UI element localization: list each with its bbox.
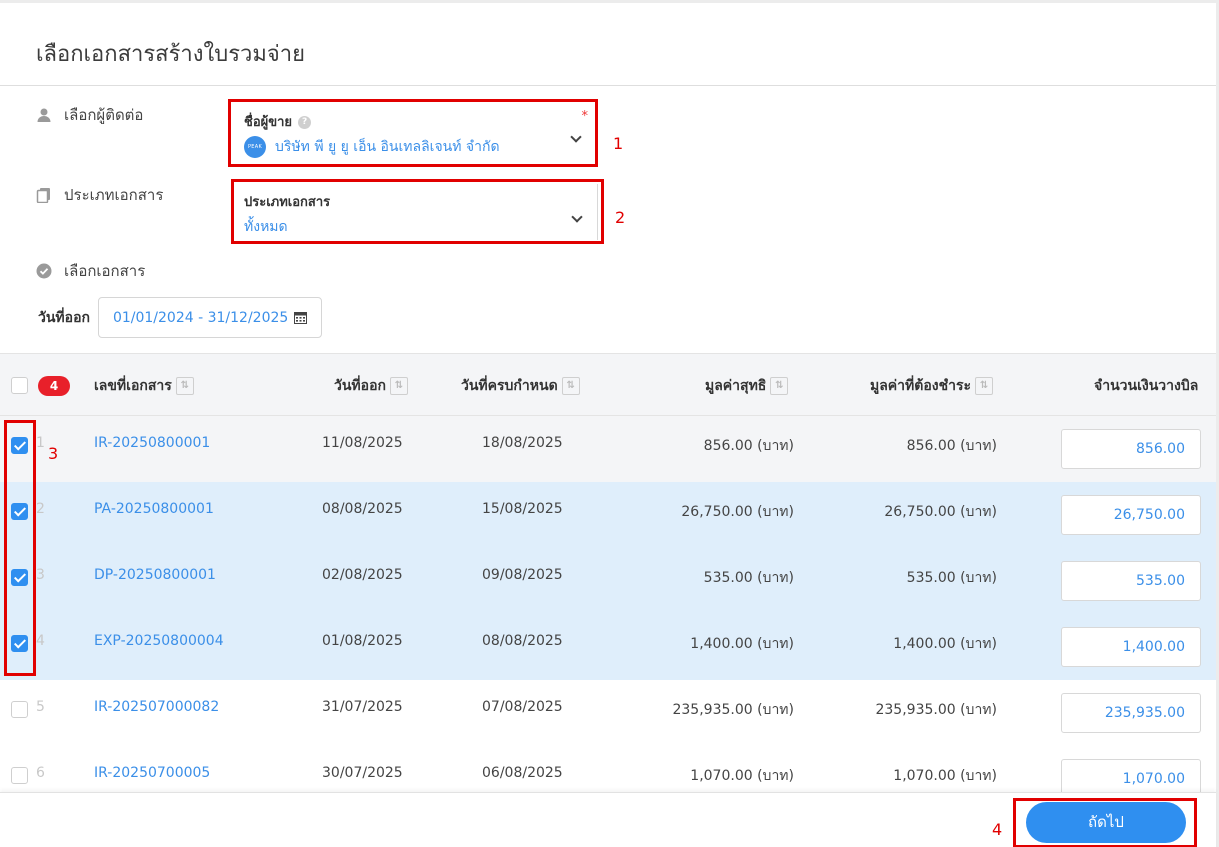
annotation-box-1 — [228, 99, 598, 167]
due-date: 09/08/2025 — [482, 567, 563, 583]
annotation-box-4 — [1013, 798, 1197, 847]
contact-label: เลือกผู้ติดต่อ — [64, 106, 144, 124]
table-row[interactable]: 5 IR-202507000082 31/07/2025 07/08/2025 235,… — [0, 680, 1216, 746]
select-docs-section-label: เลือกเอกสาร — [36, 259, 145, 283]
doc-number-link[interactable]: IR-20250800001 — [94, 435, 210, 451]
table-row[interactable]: 1 IR-20250800001 11/08/2025 18/08/2025 856.0… — [0, 416, 1216, 482]
date-range-input[interactable]: 01/01/2024 - 31/12/2025 — [97, 297, 322, 338]
doc-number-link[interactable]: IR-20250700005 — [94, 765, 210, 781]
select-all-checkbox[interactable] — [11, 377, 28, 394]
payable-value: 1,070.00 (บาท) — [893, 768, 997, 784]
due-date: 18/08/2025 — [482, 435, 563, 451]
col-doc-no[interactable]: เลขที่เอกสาร ⇅ — [94, 375, 194, 397]
row-number: 2 — [36, 501, 45, 517]
doctype-label: ประเภทเอกสาร — [64, 186, 164, 204]
doctype-section-label: ประเภทเอกสาร — [36, 183, 163, 207]
sort-icon[interactable]: ⇅ — [975, 377, 994, 395]
divider — [0, 85, 1216, 86]
billing-amount-input[interactable]: 535.00 — [1061, 561, 1201, 601]
due-date: 15/08/2025 — [482, 501, 563, 517]
due-date: 06/08/2025 — [482, 765, 563, 781]
table-row[interactable]: 4 EXP-20250800004 01/08/2025 08/08/2025 1,40… — [0, 614, 1216, 680]
payable-value: 1,400.00 (บาท) — [893, 636, 997, 652]
sort-icon[interactable]: ⇅ — [561, 377, 580, 395]
annotation-2: 2 — [615, 208, 626, 227]
doc-number-link[interactable]: IR-202507000082 — [94, 699, 219, 715]
payable-value: 26,750.00 (บาท) — [884, 504, 997, 520]
annotation-box-3 — [4, 420, 36, 676]
table-row[interactable]: 3 DP-20250800001 02/08/2025 09/08/2025 535.0… — [0, 548, 1216, 614]
page-title: เลือกเอกสารสร้างใบรวมจ่าย — [36, 42, 306, 67]
issue-date: 11/08/2025 — [322, 435, 403, 451]
col-billing-amount: จำนวนเงินวางบิล — [1094, 378, 1199, 394]
payable-value: 535.00 (บาท) — [906, 570, 997, 586]
net-value: 26,750.00 (บาท) — [681, 504, 794, 520]
due-date: 08/08/2025 — [482, 633, 563, 649]
row-number: 1 — [36, 435, 45, 451]
sort-icon[interactable]: ⇅ — [389, 377, 408, 395]
billing-amount-input[interactable]: 856.00 — [1061, 429, 1201, 469]
net-value: 535.00 (บาท) — [703, 570, 794, 586]
sort-icon[interactable]: ⇅ — [175, 377, 194, 395]
date-filter: วันที่ออก 01/01/2024 - 31/12/2025 — [38, 297, 322, 338]
calendar-icon[interactable] — [294, 311, 308, 324]
issue-date: 31/07/2025 — [322, 699, 403, 715]
date-range-value: 01/01/2024 - 31/12/2025 — [112, 309, 289, 326]
billing-amount-input[interactable]: 1,400.00 — [1061, 627, 1201, 667]
contact-section-label: เลือกผู้ติดต่อ — [36, 103, 143, 127]
col-issue-date[interactable]: วันที่ออก ⇅ — [334, 375, 408, 397]
net-value: 235,935.00 (บาท) — [672, 702, 794, 718]
payable-value: 235,935.00 (บาท) — [875, 702, 997, 718]
issue-date: 01/08/2025 — [322, 633, 403, 649]
net-value: 1,400.00 (บาท) — [690, 636, 794, 652]
due-date: 07/08/2025 — [482, 699, 563, 715]
col-due-date[interactable]: วันที่ครบกำหนด ⇅ — [461, 375, 580, 397]
issue-date: 08/08/2025 — [322, 501, 403, 517]
select-docs-label: เลือกเอกสาร — [64, 262, 146, 280]
table-header: 4 เลขที่เอกสาร ⇅ วันที่ออก ⇅ วันที่ครบกำหน… — [0, 353, 1216, 416]
billing-amount-input[interactable]: 235,935.00 — [1061, 693, 1201, 733]
net-value: 1,070.00 (บาท) — [690, 768, 794, 784]
sort-icon[interactable]: ⇅ — [770, 377, 789, 395]
issue-date: 30/07/2025 — [322, 765, 403, 781]
row-number: 6 — [36, 765, 45, 781]
doc-number-link[interactable]: EXP-20250800004 — [94, 633, 224, 649]
row-number: 5 — [36, 699, 45, 715]
billing-amount-input[interactable]: 26,750.00 — [1061, 495, 1201, 535]
date-filter-label: วันที่ออก — [38, 309, 90, 326]
doc-number-link[interactable]: DP-20250800001 — [94, 567, 216, 583]
annotation-3: 3 — [48, 444, 59, 463]
documents-icon — [36, 188, 50, 203]
col-payable[interactable]: มูลค่าที่ต้องชำระ ⇅ — [870, 375, 994, 397]
col-net-value[interactable]: มูลค่าสุทธิ ⇅ — [705, 375, 789, 397]
selected-count-badge: 4 — [38, 376, 70, 396]
row-number: 3 — [36, 567, 45, 583]
net-value: 856.00 (บาท) — [703, 438, 794, 454]
annotation-4: 4 — [992, 820, 1003, 839]
doc-number-link[interactable]: PA-20250800001 — [94, 501, 214, 517]
payable-value: 856.00 (บาท) — [906, 438, 997, 454]
row-number: 4 — [36, 633, 45, 649]
table-row[interactable]: 2 PA-20250800001 08/08/2025 15/08/2025 26,75… — [0, 482, 1216, 548]
page: เลือกเอกสารสร้างใบรวมจ่าย เลือกผู้ติดต่อ… — [0, 0, 1219, 847]
row-checkbox[interactable] — [11, 701, 28, 718]
annotation-box-2 — [231, 179, 604, 244]
row-checkbox[interactable] — [11, 767, 28, 784]
annotation-1: 1 — [613, 134, 624, 153]
issue-date: 02/08/2025 — [322, 567, 403, 583]
user-icon — [37, 108, 51, 122]
check-circle-icon — [36, 263, 52, 279]
